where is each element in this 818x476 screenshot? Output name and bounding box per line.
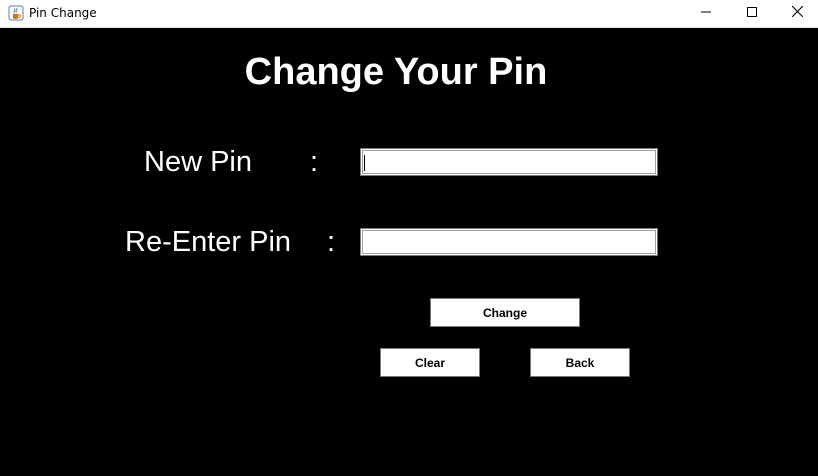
window-titlebar[interactable]: Pin Change bbox=[0, 0, 818, 28]
clear-button[interactable]: Clear bbox=[380, 348, 480, 377]
page-title: Change Your Pin bbox=[244, 51, 548, 93]
maximize-icon bbox=[747, 4, 757, 22]
text-caret bbox=[364, 155, 365, 171]
minimize-icon bbox=[701, 4, 711, 22]
reenter-pin-colon: : bbox=[327, 226, 336, 258]
pin-change-panel: Change Your Pin New Pin : Re-Enter Pin :… bbox=[0, 28, 818, 476]
new-pin-colon: : bbox=[310, 146, 319, 178]
java-coffee-cup-icon bbox=[8, 5, 24, 21]
reenter-pin-label: Re-Enter Pin bbox=[125, 226, 292, 258]
maximize-button[interactable] bbox=[729, 0, 775, 26]
window-title: Pin Change bbox=[29, 6, 97, 20]
new-pin-field[interactable] bbox=[360, 148, 658, 176]
new-pin-label: New Pin bbox=[144, 146, 252, 178]
close-button[interactable] bbox=[774, 0, 818, 26]
back-button[interactable]: Back bbox=[530, 348, 630, 377]
reenter-pin-field[interactable] bbox=[360, 228, 658, 256]
change-button[interactable]: Change bbox=[430, 298, 580, 327]
close-icon bbox=[791, 4, 803, 22]
minimize-button[interactable] bbox=[683, 0, 729, 26]
